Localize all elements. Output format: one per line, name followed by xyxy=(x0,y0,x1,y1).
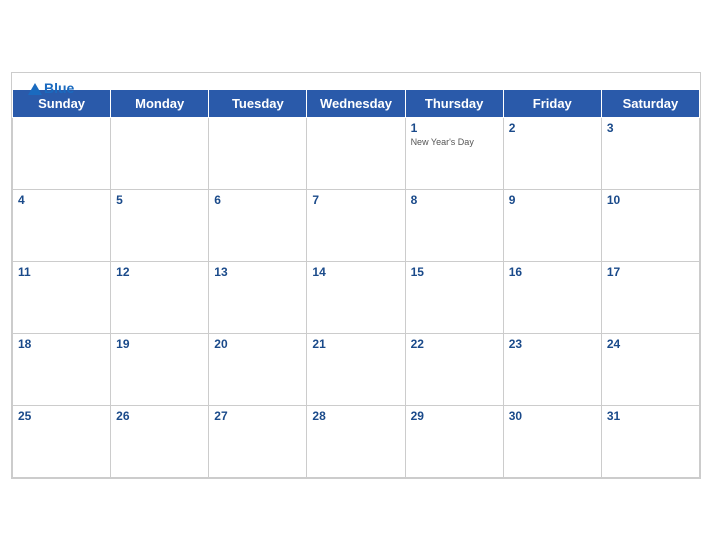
day-number: 27 xyxy=(214,409,301,423)
week-row-5: 25 26 27 28 29 30 31 xyxy=(13,405,700,477)
calendar-cell: 15 xyxy=(405,261,503,333)
weekday-header-row: SundayMondayTuesdayWednesdayThursdayFrid… xyxy=(13,89,700,117)
calendar-cell: 19 xyxy=(111,333,209,405)
day-number: 23 xyxy=(509,337,596,351)
calendar-cell: 5 xyxy=(111,189,209,261)
calendar-cell: 29 xyxy=(405,405,503,477)
holiday-label: New Year's Day xyxy=(411,137,498,147)
calendar-cell xyxy=(209,117,307,189)
weekday-header-thursday: Thursday xyxy=(405,89,503,117)
day-number: 25 xyxy=(18,409,105,423)
day-number: 11 xyxy=(18,265,105,279)
calendar-cell: 8 xyxy=(405,189,503,261)
day-number: 13 xyxy=(214,265,301,279)
day-number: 24 xyxy=(607,337,694,351)
day-number: 26 xyxy=(116,409,203,423)
day-number: 2 xyxy=(509,121,596,135)
calendar-cell xyxy=(13,117,111,189)
calendar-cell xyxy=(111,117,209,189)
calendar-header: Blue xyxy=(12,73,700,89)
calendar-cell: 6 xyxy=(209,189,307,261)
calendar-cell: 24 xyxy=(601,333,699,405)
weekday-header-monday: Monday xyxy=(111,89,209,117)
day-number: 4 xyxy=(18,193,105,207)
calendar-cell: 2 xyxy=(503,117,601,189)
calendar-cell: 12 xyxy=(111,261,209,333)
weekday-header-saturday: Saturday xyxy=(601,89,699,117)
calendar-cell: 4 xyxy=(13,189,111,261)
day-number: 28 xyxy=(312,409,399,423)
day-number: 19 xyxy=(116,337,203,351)
day-number: 1 xyxy=(411,121,498,135)
day-number: 21 xyxy=(312,337,399,351)
calendar: Blue SundayMondayTuesdayWednesdayThursda… xyxy=(11,72,701,479)
calendar-cell: 16 xyxy=(503,261,601,333)
calendar-cell: 20 xyxy=(209,333,307,405)
calendar-cell: 11 xyxy=(13,261,111,333)
week-row-2: 456789 10 xyxy=(13,189,700,261)
day-number: 20 xyxy=(214,337,301,351)
calendar-cell: 31 xyxy=(601,405,699,477)
day-number: 9 xyxy=(509,193,596,207)
calendar-cell: 30 xyxy=(503,405,601,477)
weekday-header-friday: Friday xyxy=(503,89,601,117)
calendar-cell: 13 xyxy=(209,261,307,333)
day-number: 18 xyxy=(18,337,105,351)
day-number: 8 xyxy=(411,193,498,207)
calendar-cell: 23 xyxy=(503,333,601,405)
day-number: 30 xyxy=(509,409,596,423)
calendar-cell: 27 xyxy=(209,405,307,477)
day-number: 15 xyxy=(411,265,498,279)
day-number: 7 xyxy=(312,193,399,207)
calendar-cell: 18 xyxy=(13,333,111,405)
weekday-header-wednesday: Wednesday xyxy=(307,89,405,117)
calendar-cell: 21 xyxy=(307,333,405,405)
calendar-cell: 7 xyxy=(307,189,405,261)
day-number: 29 xyxy=(411,409,498,423)
calendar-cell: 1 New Year's Day xyxy=(405,117,503,189)
weekday-header-tuesday: Tuesday xyxy=(209,89,307,117)
calendar-cell: 28 xyxy=(307,405,405,477)
day-number: 3 xyxy=(607,121,694,135)
day-number: 31 xyxy=(607,409,694,423)
day-number: 5 xyxy=(116,193,203,207)
calendar-cell: 14 xyxy=(307,261,405,333)
week-row-1: 1 New Year's Day 23 xyxy=(13,117,700,189)
calendar-cell: 25 xyxy=(13,405,111,477)
calendar-cell: 22 xyxy=(405,333,503,405)
calendar-cell: 10 xyxy=(601,189,699,261)
day-number: 16 xyxy=(509,265,596,279)
logo: Blue xyxy=(28,81,74,96)
week-row-4: 18 19 20 21 22 23 24 xyxy=(13,333,700,405)
day-number: 14 xyxy=(312,265,399,279)
day-number: 22 xyxy=(411,337,498,351)
calendar-cell xyxy=(307,117,405,189)
calendar-cell: 3 xyxy=(601,117,699,189)
calendar-cell: 9 xyxy=(503,189,601,261)
day-number: 10 xyxy=(607,193,694,207)
week-row-3: 11 12 13 14 15 16 17 xyxy=(13,261,700,333)
day-number: 17 xyxy=(607,265,694,279)
calendar-cell: 17 xyxy=(601,261,699,333)
calendar-grid: SundayMondayTuesdayWednesdayThursdayFrid… xyxy=(12,89,700,478)
calendar-cell: 26 xyxy=(111,405,209,477)
day-number: 6 xyxy=(214,193,301,207)
day-number: 12 xyxy=(116,265,203,279)
logo-blue-text: Blue xyxy=(28,81,74,96)
